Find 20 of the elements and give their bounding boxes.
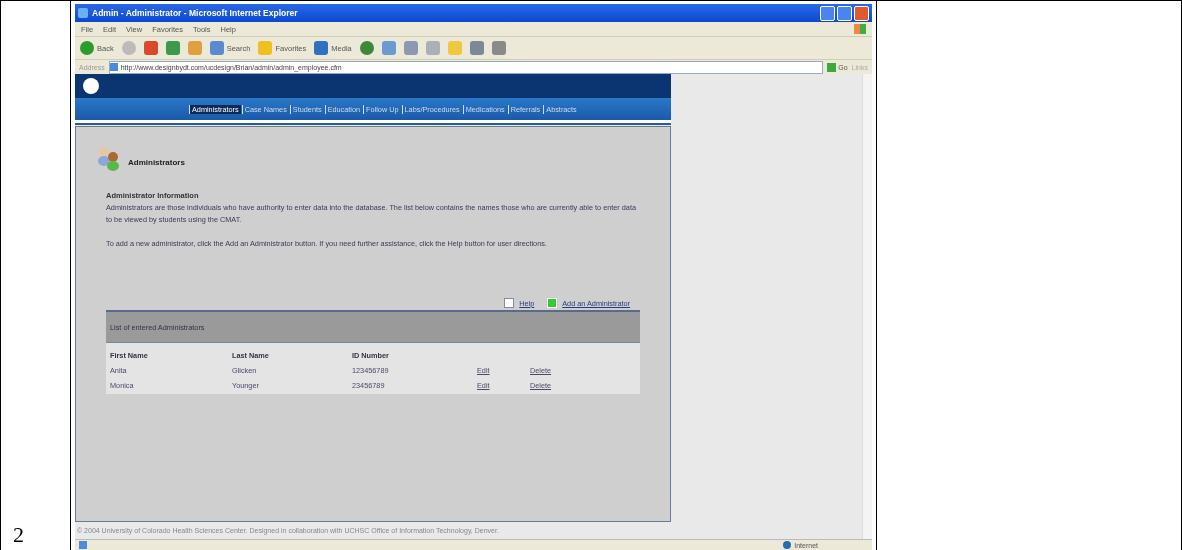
toolbar-button[interactable] xyxy=(165,41,180,55)
close-button[interactable] xyxy=(854,5,869,21)
toolbar-button[interactable] xyxy=(403,41,418,55)
toolbar-button[interactable] xyxy=(425,41,440,55)
logo-circle-icon xyxy=(83,78,99,94)
people-icon xyxy=(96,145,122,171)
toolbar-button[interactable] xyxy=(469,41,484,55)
maximize-button[interactable] xyxy=(837,5,852,21)
toolbar-button[interactable] xyxy=(143,41,158,55)
toolbar-button[interactable] xyxy=(359,41,374,55)
cell-number: 2 xyxy=(13,522,24,548)
globe-icon xyxy=(783,541,792,549)
toolbar-button[interactable] xyxy=(121,41,136,55)
window-title: Admin - Administrator - Microsoft Internet Explorer xyxy=(92,8,299,18)
minimize-button[interactable] xyxy=(820,5,835,21)
page-icon xyxy=(79,541,87,549)
toolbar-button[interactable] xyxy=(491,41,506,55)
toolbar-button[interactable] xyxy=(187,41,202,55)
page-title: Administrators xyxy=(128,157,185,167)
toolbar-button[interactable] xyxy=(381,41,396,55)
